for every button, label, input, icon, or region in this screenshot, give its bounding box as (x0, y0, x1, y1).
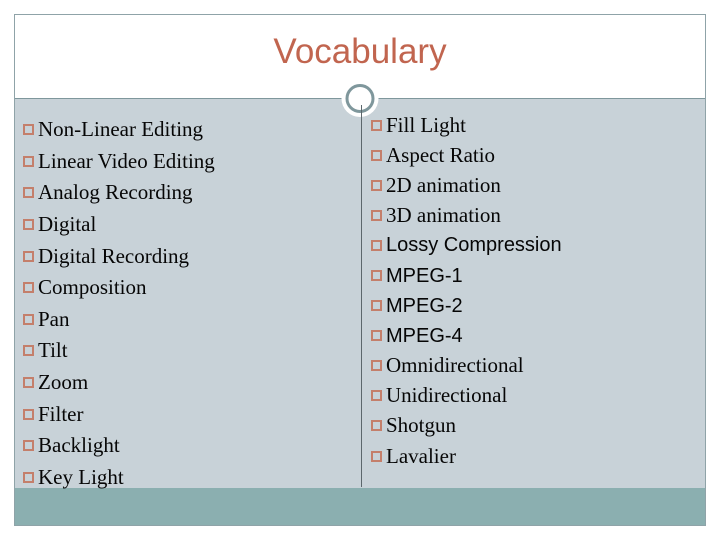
vocabulary-list-right: Fill Light Aspect Ratio 2D animation 3D ani… (371, 99, 701, 471)
list-item-label: MPEG-4 (386, 324, 463, 347)
vocabulary-list-left: Non-Linear Editing Linear Video Editing An… (23, 99, 353, 493)
slide-footer-bar (15, 488, 705, 525)
list-item-label: Digital (38, 212, 97, 237)
square-bullet-icon (23, 187, 34, 199)
list-item-label: 2D animation (386, 172, 501, 197)
square-bullet-icon (23, 282, 34, 294)
list-item: Fill Light (371, 110, 701, 140)
list-item: Backlight (23, 430, 353, 462)
list-item: Shotgun (371, 411, 701, 441)
square-bullet-icon (371, 149, 382, 161)
list-item-label: Zoom (38, 370, 89, 395)
square-bullet-icon (23, 440, 34, 452)
list-item-label: Composition (38, 275, 147, 300)
list-item-label: Backlight (38, 433, 120, 458)
list-item: MPEG-2 (371, 291, 701, 321)
list-item: 3D animation (371, 200, 701, 230)
list-item-label: Tilt (38, 338, 68, 363)
square-bullet-icon (23, 155, 34, 167)
list-item-label: Key Light (38, 464, 124, 489)
column-divider (361, 105, 362, 487)
square-bullet-icon (371, 420, 382, 432)
list-item-label: Digital Recording (38, 243, 190, 268)
list-item-label: Non-Linear Editing (38, 117, 204, 142)
presentation-slide: Vocabulary Non-Linear Editing Linear Vide… (14, 14, 706, 526)
page-title: Vocabulary (273, 32, 447, 71)
list-item-label: Fill Light (386, 112, 466, 137)
list-item-label: Analog Recording (38, 180, 193, 205)
list-item-label: Unidirectional (386, 383, 508, 408)
list-item: Pan (23, 304, 353, 336)
list-item: Tilt (23, 335, 353, 367)
square-bullet-icon (371, 330, 382, 342)
vocabulary-column-right: Fill Light Aspect Ratio 2D animation 3D ani… (371, 99, 701, 471)
list-item: Digital (23, 209, 353, 241)
square-bullet-icon (371, 300, 382, 312)
list-item-label: Lavalier (386, 443, 456, 468)
square-bullet-icon (23, 250, 34, 262)
list-item: Composition (23, 272, 353, 304)
list-item: Unidirectional (371, 381, 701, 411)
list-item: Analog Recording (23, 177, 353, 209)
square-bullet-icon (23, 124, 34, 136)
square-bullet-icon (371, 119, 382, 131)
list-item: MPEG-4 (371, 321, 701, 351)
list-item-label: Pan (38, 306, 70, 331)
square-bullet-icon (371, 360, 382, 372)
square-bullet-icon (23, 219, 34, 231)
list-item-label: Aspect Ratio (386, 142, 496, 167)
list-item-label: MPEG-2 (386, 294, 463, 317)
list-item: Aspect Ratio (371, 140, 701, 170)
square-bullet-icon (23, 471, 34, 483)
list-item: MPEG-1 (371, 260, 701, 290)
list-item-label: Lossy Compression (386, 234, 562, 257)
list-item: Key Light (23, 462, 353, 494)
list-item: Filter (23, 398, 353, 430)
list-item-label: Linear Video Editing (38, 148, 215, 173)
list-item: Linear Video Editing (23, 146, 353, 178)
list-item-label: MPEG-1 (386, 264, 463, 287)
square-bullet-icon (23, 408, 34, 420)
square-bullet-icon (23, 313, 34, 325)
square-bullet-icon (371, 270, 382, 282)
list-item-label: 3D animation (386, 202, 501, 227)
list-item: Omnidirectional (371, 351, 701, 381)
list-item-label: Filter (38, 401, 84, 426)
square-bullet-icon (371, 179, 382, 191)
list-item-label: Shotgun (386, 413, 457, 438)
square-bullet-icon (371, 450, 382, 462)
square-bullet-icon (371, 390, 382, 402)
square-bullet-icon (23, 377, 34, 389)
square-bullet-icon (371, 239, 382, 251)
list-item: Non-Linear Editing (23, 114, 353, 146)
list-item: Zoom (23, 367, 353, 399)
square-bullet-icon (371, 209, 382, 221)
list-item-label: Omnidirectional (386, 353, 524, 378)
list-item: Digital Recording (23, 240, 353, 272)
list-item: 2D animation (371, 170, 701, 200)
list-item: Lavalier (371, 441, 701, 471)
vocabulary-column-left: Non-Linear Editing Linear Video Editing An… (23, 99, 353, 493)
list-item: Lossy Compression (371, 230, 701, 260)
square-bullet-icon (23, 345, 34, 357)
slide-content: Non-Linear Editing Linear Video Editing An… (15, 99, 705, 490)
